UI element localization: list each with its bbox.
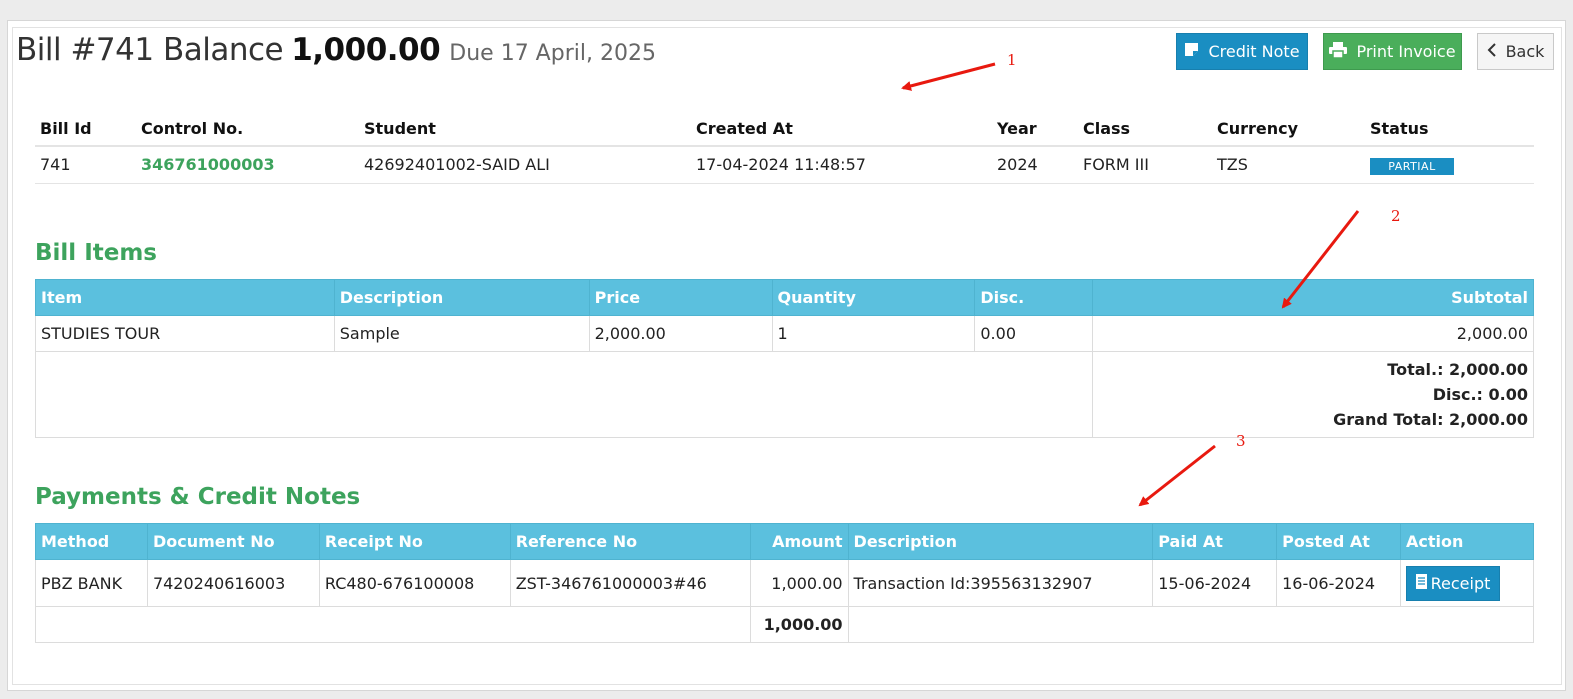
annotation-label-3: 3 <box>1236 432 1246 450</box>
annotation-arrow-2 <box>1281 210 1360 309</box>
annotation-arrow-1 <box>901 62 996 91</box>
annotation-label-1: 1 <box>1007 51 1017 69</box>
annotation-label-2: 2 <box>1391 207 1401 225</box>
annotation-arrow-3 <box>1138 444 1216 507</box>
annotation-arrows <box>901 62 1360 507</box>
